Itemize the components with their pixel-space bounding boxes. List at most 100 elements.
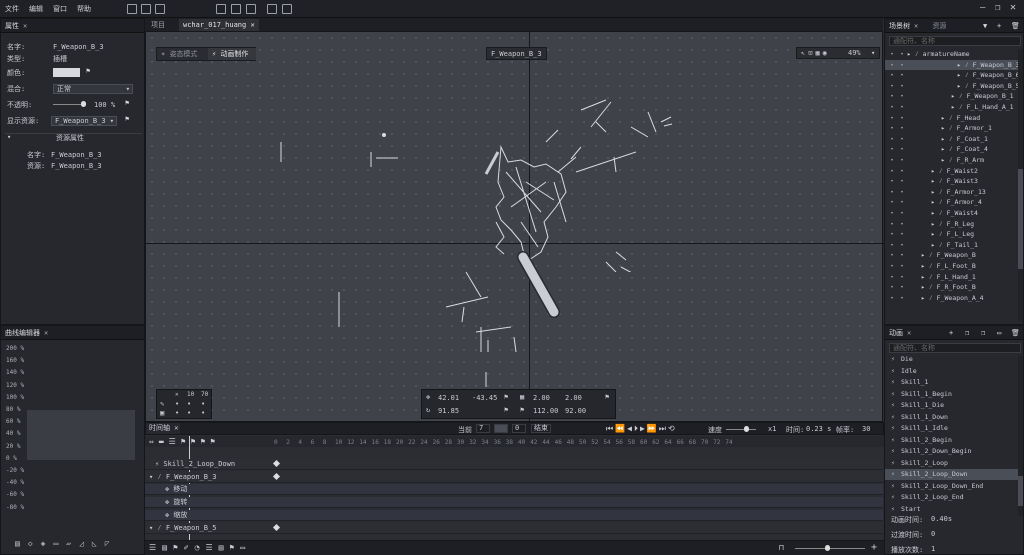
- lock-icon[interactable]: •: [900, 113, 904, 123]
- timeline-row[interactable]: ✥ 缩放: [145, 509, 883, 521]
- rotation-value[interactable]: 91.85: [438, 407, 459, 415]
- speed-slider[interactable]: [726, 429, 756, 430]
- eye-icon[interactable]: •: [890, 197, 894, 207]
- eye-icon[interactable]: •: [890, 144, 894, 154]
- curve-tools-row[interactable]: ▤◇◈▭▱◿◺◸: [15, 539, 133, 549]
- last-frame-icon[interactable]: ⏭: [659, 424, 668, 433]
- grid-icon[interactable]: ▦: [815, 49, 822, 57]
- import-icon[interactable]: [216, 4, 226, 14]
- speed-slider-handle[interactable]: [744, 426, 749, 432]
- lock-icon[interactable]: •: [900, 250, 904, 260]
- close-icon[interactable]: ✕: [174, 424, 178, 432]
- eye-icon[interactable]: •: [890, 176, 894, 186]
- timeline-zoom-slider[interactable]: [795, 548, 865, 549]
- animation-scrollbar-thumb[interactable]: [1018, 476, 1023, 506]
- scene-search-input[interactable]: 通配符、名称: [889, 36, 1021, 46]
- animation-item[interactable]: ⚡ Skill_1: [885, 377, 1023, 388]
- lock-icon[interactable]: •: [900, 187, 904, 197]
- tree-item[interactable]: • • ▸ ⁄ F_Coat_4: [885, 144, 1023, 154]
- tab-project[interactable]: 项目: [147, 19, 169, 31]
- lock-icon[interactable]: •: [900, 70, 904, 80]
- timeline-row[interactable]: ⚡ Skill_2_Loop_Down: [145, 459, 883, 470]
- animation-item[interactable]: ⚡ Die: [885, 354, 1023, 365]
- tree-item[interactable]: • • ▸ ⁄ F_Waist3: [885, 176, 1023, 186]
- lock-icon[interactable]: •: [900, 166, 904, 176]
- animation-item[interactable]: ⚡ Skill_2_Loop_End: [885, 492, 1023, 503]
- timeline-row[interactable]: ▾ ⁄ F_Weapon_B_5: [145, 522, 883, 534]
- tab-resources[interactable]: 资源: [932, 22, 946, 30]
- play-count-value[interactable]: 1: [931, 545, 935, 553]
- tree-item[interactable]: • • ▸ ⁄ F_Head: [885, 113, 1023, 123]
- tree-item[interactable]: • • ▸ ⁄ F_Tail_1: [885, 240, 1023, 250]
- eye-icon[interactable]: ◉: [823, 49, 830, 57]
- tree-item[interactable]: • • ▸ ⁄ F_Coat_1: [885, 134, 1023, 144]
- animation-item[interactable]: ⚡ Start: [885, 504, 1023, 515]
- lock-icon[interactable]: •: [900, 219, 904, 229]
- animation-item[interactable]: ⚡ Skill_2_Loop_Down_End: [885, 481, 1023, 492]
- curve-grid-area[interactable]: [27, 410, 135, 460]
- first-frame-icon[interactable]: ⏮: [606, 424, 615, 433]
- lock-icon[interactable]: •: [900, 197, 904, 207]
- timeline-zoom-handle[interactable]: [825, 545, 830, 551]
- eye-icon[interactable]: •: [890, 208, 894, 218]
- eye-icon[interactable]: •: [890, 134, 894, 144]
- animation-item[interactable]: ⚡ Skill_2_Begin: [885, 435, 1023, 446]
- flag-icon[interactable]: ⚑: [86, 67, 90, 75]
- edit-icon[interactable]: [282, 4, 292, 14]
- tree-item[interactable]: • • ▸ ⁄ F_L_Foot_B: [885, 261, 1023, 271]
- settings-icon[interactable]: [267, 4, 277, 14]
- select-icon[interactable]: ▣: [160, 409, 164, 417]
- lock-icon[interactable]: •: [900, 155, 904, 165]
- eye-icon[interactable]: •: [890, 219, 894, 229]
- tree-item[interactable]: • • ▸ ⁄ F_R_Arm: [885, 155, 1023, 165]
- pose-mode-button[interactable]: ✶ 姿态模式: [157, 48, 207, 60]
- animation-item[interactable]: ⚡ Skill_1_Begin: [885, 389, 1023, 400]
- eye-icon[interactable]: •: [890, 282, 894, 292]
- close-icon[interactable]: ✕: [907, 329, 911, 337]
- next-key-icon[interactable]: ⏩: [647, 424, 659, 433]
- lock-icon[interactable]: •: [900, 293, 904, 303]
- pos-y-value[interactable]: -43.45: [472, 394, 497, 402]
- flag-icon[interactable]: ⚑: [125, 115, 129, 123]
- animation-item[interactable]: ⚡ Skill_2_Loop: [885, 458, 1023, 469]
- eye-icon[interactable]: •: [890, 102, 894, 112]
- close-icon[interactable]: ✕: [44, 329, 48, 337]
- lock-icon[interactable]: •: [900, 144, 904, 154]
- lock-icon[interactable]: •: [900, 229, 904, 239]
- eye-icon[interactable]: •: [890, 187, 894, 197]
- flag-icon[interactable]: ⚑: [125, 99, 129, 107]
- lock-icon[interactable]: •: [900, 102, 904, 112]
- animation-item[interactable]: ⚡ Skill_2_Down_Begin: [885, 446, 1023, 457]
- display-resource-select[interactable]: F_Weapon_B_3 ▾: [51, 116, 117, 126]
- duplicate-icon[interactable]: ❐: [981, 326, 985, 340]
- animate-mode-button[interactable]: ⚡ 动画制作: [208, 48, 256, 60]
- tree-item[interactable]: • • ▸ ⁄ F_Waist4: [885, 208, 1023, 218]
- eye-icon[interactable]: •: [890, 166, 894, 176]
- timeline-row[interactable]: ✥ 旋转: [145, 497, 883, 509]
- eye-icon[interactable]: •: [890, 229, 894, 239]
- dot-icon[interactable]: •: [175, 409, 179, 417]
- collapse-icon[interactable]: ▾: [7, 133, 11, 141]
- opacity-value[interactable]: 100: [94, 99, 107, 111]
- tree-item[interactable]: • • ▸ ⁄ F_R_Foot_B: [885, 282, 1023, 292]
- dot-icon[interactable]: •: [175, 400, 179, 408]
- animation-item[interactable]: ⚡ Skill_1_Die: [885, 400, 1023, 411]
- eye-icon[interactable]: •: [890, 91, 894, 101]
- scale-x-value[interactable]: 2.00: [533, 394, 550, 402]
- fps-value[interactable]: 30: [862, 425, 870, 433]
- lock-icon[interactable]: •: [900, 240, 904, 250]
- timeline-row[interactable]: ▾ ⁄ F_Weapon_B_3: [145, 471, 883, 483]
- dot-icon[interactable]: •: [187, 400, 191, 408]
- trash-icon[interactable]: 🗑: [1011, 326, 1020, 340]
- color-swatch[interactable]: [53, 68, 80, 77]
- eye-icon[interactable]: •: [890, 293, 894, 303]
- add-icon[interactable]: +: [949, 326, 953, 340]
- new-file-icon[interactable]: [127, 4, 137, 14]
- frame-toggle[interactable]: [494, 424, 508, 433]
- animation-item[interactable]: ⚡ Skill_1_Down: [885, 412, 1023, 423]
- lock-icon[interactable]: •: [900, 60, 904, 70]
- save-icon[interactable]: [155, 4, 165, 14]
- timeline-tab[interactable]: 时间轴 ✕: [146, 423, 180, 434]
- keyframe-marker[interactable]: [272, 459, 281, 468]
- scale-y-value[interactable]: 2.00: [565, 394, 582, 402]
